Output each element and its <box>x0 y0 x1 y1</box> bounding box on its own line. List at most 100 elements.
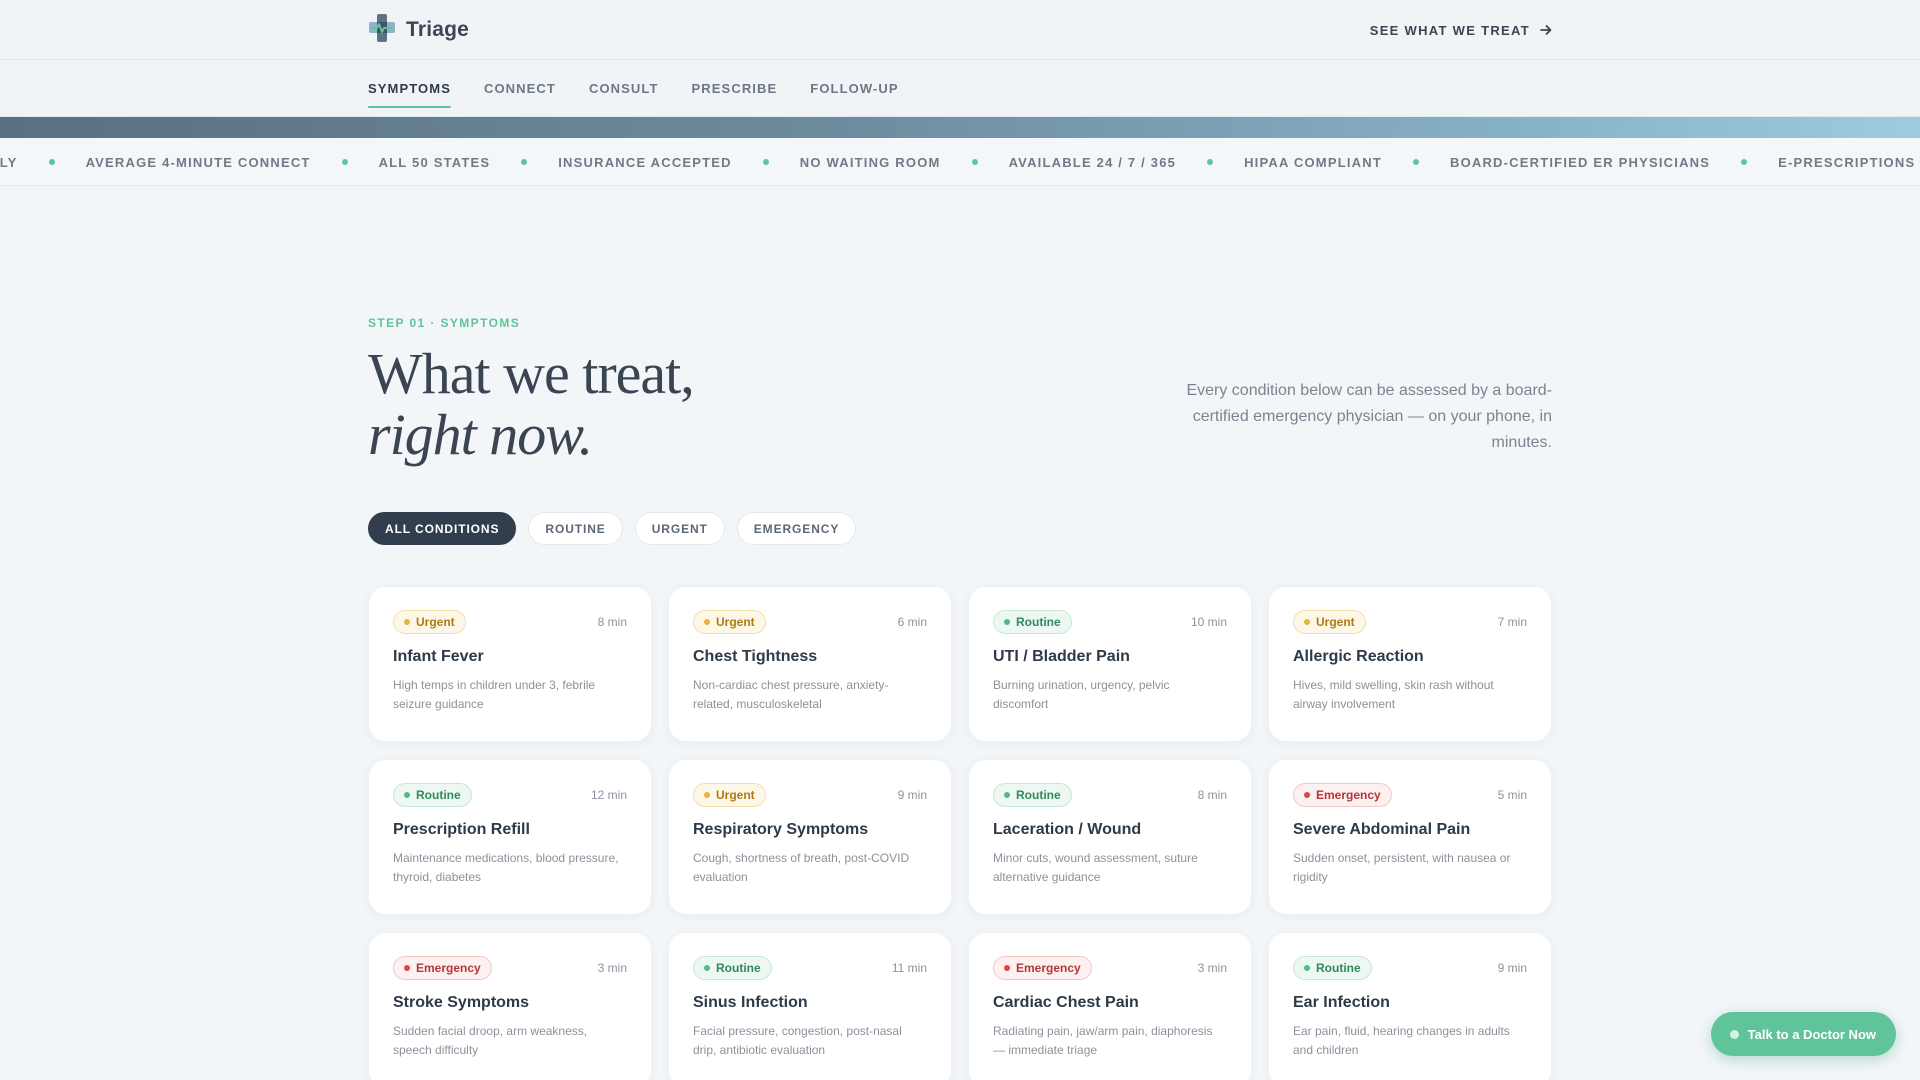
severity-label: Urgent <box>1316 615 1355 629</box>
severity-label: Urgent <box>416 615 455 629</box>
severity-label: Urgent <box>716 788 755 802</box>
ticker-separator-icon <box>1412 159 1419 165</box>
severity-badge: Routine <box>993 783 1072 807</box>
condition-description: Minor cuts, wound assessment, suture alt… <box>993 851 1198 884</box>
ticker-item: AVERAGE 4-MINUTE CONNECT <box>85 154 311 170</box>
severity-label: Urgent <box>716 615 755 629</box>
card-header: Urgent 6 min <box>693 610 927 634</box>
condition-title: Prescription Refill <box>393 821 530 838</box>
card-header: Urgent 8 min <box>393 610 627 634</box>
condition-card[interactable]: Urgent 6 min Chest Tightness Non-cardiac ch… <box>668 586 952 742</box>
condition-title: Respiratory Symptoms <box>693 821 869 838</box>
filter-all-conditions[interactable]: ALL CONDITIONS <box>368 512 517 545</box>
severity-dot-icon <box>704 619 710 625</box>
wait-time: 9 min <box>1497 961 1527 975</box>
condition-card[interactable]: Urgent 7 min Allergic Reaction Hives, mild … <box>1268 586 1552 742</box>
wait-time: 3 min <box>597 961 627 975</box>
condition-title: UTI / Bladder Pain <box>993 648 1130 665</box>
condition-card[interactable]: Urgent 8 min Infant Fever High temps in chi… <box>368 586 652 742</box>
condition-title: Cardiac Chest Pain <box>993 994 1139 1011</box>
severity-badge: Emergency <box>993 956 1092 980</box>
condition-card[interactable]: Urgent 9 min Respiratory Symptoms Cough, sh… <box>668 759 952 915</box>
severity-dot-icon <box>1004 792 1010 798</box>
card-header: Routine 10 min <box>993 610 1227 634</box>
wait-time: 5 min <box>1497 788 1527 802</box>
condition-description: Facial pressure, congestion, post-nasal … <box>693 1024 902 1057</box>
ticker-separator-icon <box>1207 159 1214 165</box>
page-title: What we treat, right now. <box>368 341 695 467</box>
condition-card[interactable]: Routine 9 min Ear Infection Ear pain, fluid… <box>1268 932 1552 1080</box>
ticker-separator-icon <box>341 159 348 165</box>
main-content: STEP 01 · SYMPTOMS What we treat, right … <box>368 186 1552 1080</box>
severity-label: Emergency <box>1016 961 1081 975</box>
severity-dot-icon <box>1004 965 1010 971</box>
condition-card[interactable]: Routine 10 min UTI / Bladder Pain Burning u… <box>968 586 1252 742</box>
ticker-item: E-PRESCRIPTIONS SENT INSTANTLY <box>1778 154 1920 170</box>
wait-time: 12 min <box>590 788 627 802</box>
severity-badge: Routine <box>993 610 1072 634</box>
tab-prescribe[interactable]: PRESCRIBE <box>692 75 778 102</box>
condition-description: Burning urination, urgency, pelvic disco… <box>993 678 1170 711</box>
wait-time: 3 min <box>1197 961 1227 975</box>
condition-title: Infant Fever <box>393 648 484 665</box>
filter-routine[interactable]: ROUTINE <box>528 512 623 545</box>
condition-description: Radiating pain, jaw/arm pain, diaphoresi… <box>993 1024 1213 1057</box>
ticker-separator-icon <box>971 159 978 165</box>
condition-card[interactable]: Emergency 3 min Cardiac Chest Pain Radiatin… <box>968 932 1252 1080</box>
ticker-item: AVAILABLE 24 / 7 / 365 <box>1008 154 1177 170</box>
cta-label: Talk to a Doctor Now <box>1747 1026 1876 1042</box>
severity-dot-icon <box>404 792 410 798</box>
tab-symptoms[interactable]: SYMPTOMS <box>368 75 451 108</box>
ticker-item: HIPAA COMPLIANT <box>1244 154 1382 170</box>
card-header: Routine 8 min <box>993 783 1227 807</box>
card-header: Emergency 3 min <box>993 956 1227 980</box>
card-header: Emergency 5 min <box>1293 783 1527 807</box>
severity-dot-icon <box>404 619 410 625</box>
ticker-item: NTLY <box>0 154 18 170</box>
brand[interactable]: Triage <box>368 13 469 48</box>
condition-description: Hives, mild swelling, skin rash without … <box>1293 678 1494 711</box>
condition-description: Non-cardiac chest pressure, anxiety-rela… <box>693 678 889 711</box>
condition-title: Laceration / Wound <box>993 821 1142 838</box>
tab-connect[interactable]: CONNECT <box>484 75 556 102</box>
condition-description: Maintenance medications, blood pressure,… <box>393 851 619 884</box>
see-link-label: SEE WHAT WE TREAT <box>1369 22 1530 38</box>
page-title-line2: right now. <box>368 402 593 467</box>
severity-dot-icon <box>704 792 710 798</box>
wait-time: 7 min <box>1497 615 1527 629</box>
severity-dot-icon <box>1304 965 1310 971</box>
page-title-line1: What we treat, <box>368 341 695 406</box>
severity-dot-icon <box>1004 619 1010 625</box>
wait-time: 9 min <box>897 788 927 802</box>
ticker-separator-icon <box>762 159 769 165</box>
tab-follow-up[interactable]: FOLLOW-UP <box>810 75 898 102</box>
tab-consult[interactable]: CONSULT <box>589 75 659 102</box>
card-header: Routine 12 min <box>393 783 627 807</box>
wait-time: 11 min <box>891 961 927 975</box>
ticker-item: NO WAITING ROOM <box>799 154 941 170</box>
filter-urgent[interactable]: URGENT <box>634 512 725 545</box>
filter-emergency[interactable]: EMERGENCY <box>736 512 857 545</box>
severity-badge: Urgent <box>693 783 766 807</box>
condition-filters: ALL CONDITIONS ROUTINE URGENT EMERGENCY <box>368 512 1552 545</box>
condition-title: Stroke Symptoms <box>393 994 530 1011</box>
condition-card[interactable]: Emergency 5 min Severe Abdominal Pain Sudde… <box>1268 759 1552 915</box>
step-label: STEP 01 · SYMPTOMS <box>368 316 521 330</box>
wait-time: 6 min <box>897 615 927 629</box>
step-tabs: SYMPTOMS CONNECT CONSULT PRESCRIBE FOLLOW-UP <box>0 60 1920 117</box>
ticker-item: ALL 50 STATES <box>378 154 491 170</box>
card-header: Urgent 7 min <box>1293 610 1527 634</box>
condition-card[interactable]: Emergency 3 min Stroke Symptoms Sudden faci… <box>368 932 652 1080</box>
condition-card[interactable]: Routine 11 min Sinus Infection Facial press… <box>668 932 952 1080</box>
ticker-item: BOARD-CERTIFIED ER PHYSICIANS <box>1449 154 1711 170</box>
severity-label: Routine <box>1016 788 1061 802</box>
condition-description: Sudden onset, persistent, with nausea or… <box>1293 851 1511 884</box>
condition-card[interactable]: Routine 8 min Laceration / Wound Minor cuts… <box>968 759 1252 915</box>
condition-card[interactable]: Routine 12 min Prescription Refill Maintena… <box>368 759 652 915</box>
talk-to-doctor-button[interactable]: Talk to a Doctor Now <box>1710 1012 1896 1056</box>
arrow-right-icon <box>1540 24 1552 36</box>
condition-title: Sinus Infection <box>693 994 808 1011</box>
card-header: Routine 11 min <box>693 956 927 980</box>
see-what-we-treat-link[interactable]: SEE WHAT WE TREAT <box>1370 23 1552 38</box>
ticker-separator-icon <box>48 159 55 165</box>
